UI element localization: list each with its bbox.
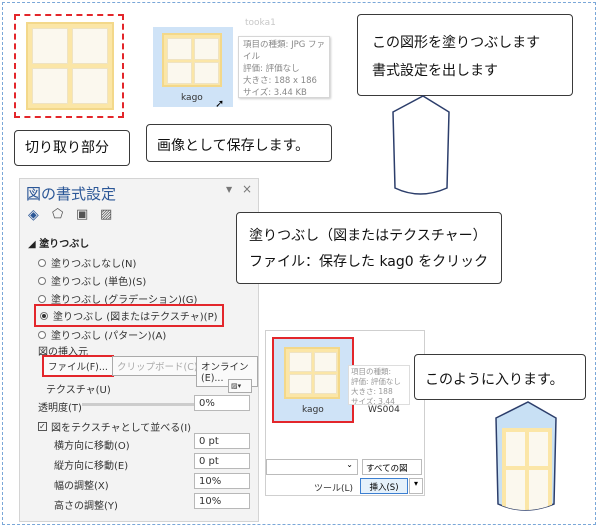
tooltip-dimensions: 大きさ: 188 x 186 (243, 76, 317, 86)
clipboard-button[interactable]: クリップボード(C) (112, 356, 203, 376)
file-ws004[interactable]: WS004 (368, 405, 400, 415)
scale-x-label: 幅の調整(X) (54, 481, 109, 492)
tooltip-rating: 評価: 評価なし (243, 64, 300, 74)
file-tooltip: 項目の種類: 評価: 評価なし 大きさ: 188 サイズ: 3.44 (348, 365, 410, 405)
radio-no-fill[interactable] (38, 258, 46, 267)
fill-callout-line1: この図形を塗りつぶします (372, 35, 541, 51)
option-picture-fill-label: 塗りつぶし (図またはテクスチャ)(P) (53, 312, 218, 323)
offset-y-input[interactable]: 0 pt (194, 453, 250, 469)
option-no-fill[interactable]: 塗りつぶしなし(N) (38, 255, 136, 270)
radio-solid-fill[interactable] (38, 276, 46, 285)
basket-shape-empty (392, 95, 450, 195)
selected-file-caption: kago (302, 405, 324, 415)
texture-callout: 塗りつぶし（図またはテクスチャー） ファイル：保存した kag0 をクリック (236, 212, 502, 284)
save-callout: 画像として保存します。 (146, 124, 332, 162)
option-solid-fill[interactable]: 塗りつぶし (単色)(S) (38, 273, 146, 288)
tools-menu[interactable]: ツール(L) (314, 481, 353, 494)
texture-picker[interactable]: ▨▾ (228, 379, 252, 393)
panel-dropdown-icon[interactable]: ▼ (226, 185, 232, 194)
thumbnail-tooltip: 項目の種類: JPG ファイル 評価: 評価なし 大きさ: 188 x 186 … (238, 36, 330, 98)
option-pattern-fill-label: 塗りつぶし (パターン)(A) (51, 331, 167, 342)
texture-callout-line1: 塗りつぶし（図またはテクスチャー） (249, 228, 487, 244)
texture-label: テクスチャ(U) (46, 385, 111, 396)
file-dialog: kago 項目の種類: 評価: 評価なし 大きさ: 188 サイズ: 3.44 … (265, 330, 425, 496)
scale-y-input[interactable]: 10% (194, 493, 250, 509)
panel-title: 図の書式設定 (26, 185, 117, 203)
tab-effects[interactable]: ⬠ (52, 207, 63, 222)
file-tooltip-size: サイズ: 3.44 (351, 397, 395, 405)
transparency-label: 透明度(T) (38, 403, 82, 414)
option-pattern-fill[interactable]: 塗りつぶし (パターン)(A) (38, 327, 166, 342)
tile-checkbox-label: 図をテクスチャとして並べる(I) (51, 423, 192, 434)
file-tooltip-type: 項目の種類: (351, 367, 392, 376)
tab-picture[interactable]: ▨ (100, 207, 112, 222)
option-picture-fill[interactable]: 塗りつぶし (図またはテクスチャ)(P) (34, 304, 224, 327)
radio-picture-fill[interactable] (40, 311, 48, 320)
tile-checkbox-icon[interactable]: ✓ (38, 422, 47, 431)
tooltip-size: サイズ: 3.44 KB (243, 88, 307, 98)
texture-dropdown-icon: ▨▾ (231, 382, 242, 390)
tab-layout[interactable]: ▣ (76, 207, 88, 222)
option-no-fill-label: 塗りつぶしなし(N) (51, 259, 137, 270)
section-fill-header[interactable]: ◢ 塗りつぶし (28, 235, 89, 250)
tooltip-type: 項目の種類: JPG ファイル (243, 40, 325, 62)
filename-dropdown[interactable]: ⌄ (266, 459, 358, 475)
offset-x-label: 横方向に移動(O) (54, 441, 130, 452)
offset-y-label: 縦方向に移動(E) (54, 461, 129, 472)
result-callout: このように入ります。 (414, 354, 586, 400)
scale-x-input[interactable]: 10% (194, 473, 250, 489)
file-tooltip-dimensions: 大きさ: 188 (351, 387, 393, 396)
transparency-input[interactable]: 0% (194, 395, 250, 411)
saved-thumbnail[interactable]: kago ➚ (153, 27, 233, 110)
format-picture-panel: 図の書式設定 ▼ × ◈ ⬠ ▣ ▨ ◢ 塗りつぶし 塗りつぶしなし(N) 塗り… (19, 178, 259, 522)
collapse-icon: ◢ (28, 239, 36, 250)
option-solid-fill-label: 塗りつぶし (単色)(S) (51, 277, 147, 288)
fill-callout-line2: 書式設定を出します (372, 63, 498, 79)
selected-file-kago[interactable]: kago (272, 337, 354, 423)
mouse-cursor-icon: ➚ (215, 97, 225, 110)
crop-callout: 切り取り部分 (14, 130, 130, 166)
transparency-slider[interactable] (82, 403, 210, 406)
file-tooltip-rating: 評価: 評価なし (351, 377, 401, 386)
offset-x-input[interactable]: 0 pt (194, 433, 250, 449)
thumbnail-caption: kago (181, 93, 203, 103)
radio-pattern-fill[interactable] (38, 330, 46, 339)
file-button[interactable]: ファイル(F)... (42, 355, 114, 377)
cropped-image (14, 14, 124, 118)
tile-checkbox-row[interactable]: ✓ 図をテクスチャとして並べる(I) (38, 419, 191, 434)
radio-gradient-fill[interactable] (38, 294, 46, 303)
insert-dropdown-icon[interactable]: ▾ (409, 478, 423, 494)
scale-y-label: 高さの調整(Y) (54, 501, 118, 512)
tab-fill-line[interactable]: ◈ (28, 207, 44, 223)
section-fill-label: 塗りつぶし (39, 239, 90, 250)
filename-dropdown-icon: ⌄ (346, 460, 353, 469)
ghost-label: tooka1 (245, 18, 276, 28)
filter-select[interactable]: すべての図 (362, 459, 422, 475)
insert-button[interactable]: 挿入(S) (360, 478, 408, 494)
panel-close-icon[interactable]: × (242, 182, 252, 196)
fill-callout: この図形を塗りつぶします 書式設定を出します (357, 14, 573, 96)
texture-callout-line2: ファイル：保存した kag0 をクリック (249, 254, 489, 270)
basket-shape-filled (495, 401, 557, 511)
